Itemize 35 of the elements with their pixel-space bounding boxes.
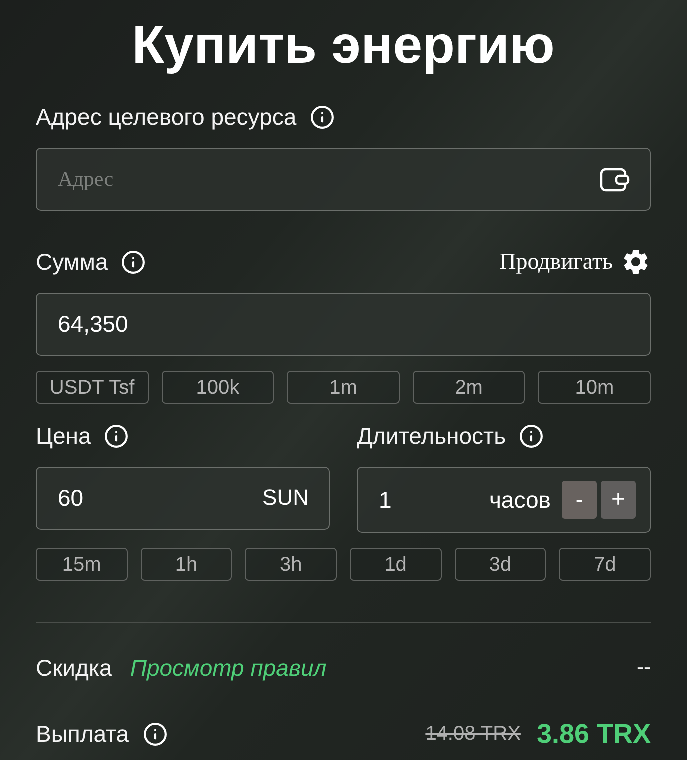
decrement-button[interactable]: - <box>562 481 597 519</box>
address-field[interactable]: Адрес <box>36 148 651 211</box>
amount-field[interactable]: 64,350 <box>36 293 651 356</box>
duration-preset-button[interactable]: 1h <box>140 548 232 581</box>
price-label: Цена <box>36 423 92 449</box>
info-icon[interactable] <box>121 250 146 274</box>
payout-price: 3.86 TRX <box>536 719 651 749</box>
amount-preset-button[interactable]: USDT Tsf <box>36 371 149 404</box>
duration-preset-button[interactable]: 1d <box>350 548 442 581</box>
duration-label: Длительность <box>357 423 506 449</box>
info-icon[interactable] <box>104 424 130 448</box>
old-price: 14.08 TRX <box>426 722 521 746</box>
amount-preset-button[interactable]: 1m <box>287 371 400 404</box>
duration-preset-button[interactable]: 3d <box>454 548 546 581</box>
amount-label: Сумма <box>36 249 108 275</box>
discount-label: Скидка <box>36 655 112 681</box>
payout-label: Выплата <box>36 721 130 747</box>
page-title: Купить энергию <box>131 16 556 76</box>
wallet-icon[interactable] <box>600 168 630 192</box>
amount-preset-button[interactable]: 2m <box>412 371 526 404</box>
amount-preset-button[interactable]: 100k <box>162 371 274 404</box>
increment-button[interactable]: + <box>601 481 636 519</box>
duration-preset-button[interactable]: 7d <box>559 548 651 581</box>
info-icon[interactable] <box>143 722 168 746</box>
amount-preset-button[interactable]: 10m <box>538 371 651 404</box>
address-label: Адрес целевого ресурса <box>36 104 297 130</box>
info-icon[interactable] <box>519 424 544 448</box>
view-rules-link[interactable]: Просмотр правил <box>130 655 327 681</box>
discount-value: -- <box>637 655 651 681</box>
duration-preset-button[interactable]: 15m <box>36 548 128 581</box>
duration-preset-button[interactable]: 3h <box>245 548 337 581</box>
advanced-settings-button[interactable]: Продвигать <box>500 247 651 277</box>
unit-label: часов <box>489 487 551 513</box>
info-icon[interactable] <box>310 104 335 130</box>
unit-label: SUN <box>262 485 309 511</box>
